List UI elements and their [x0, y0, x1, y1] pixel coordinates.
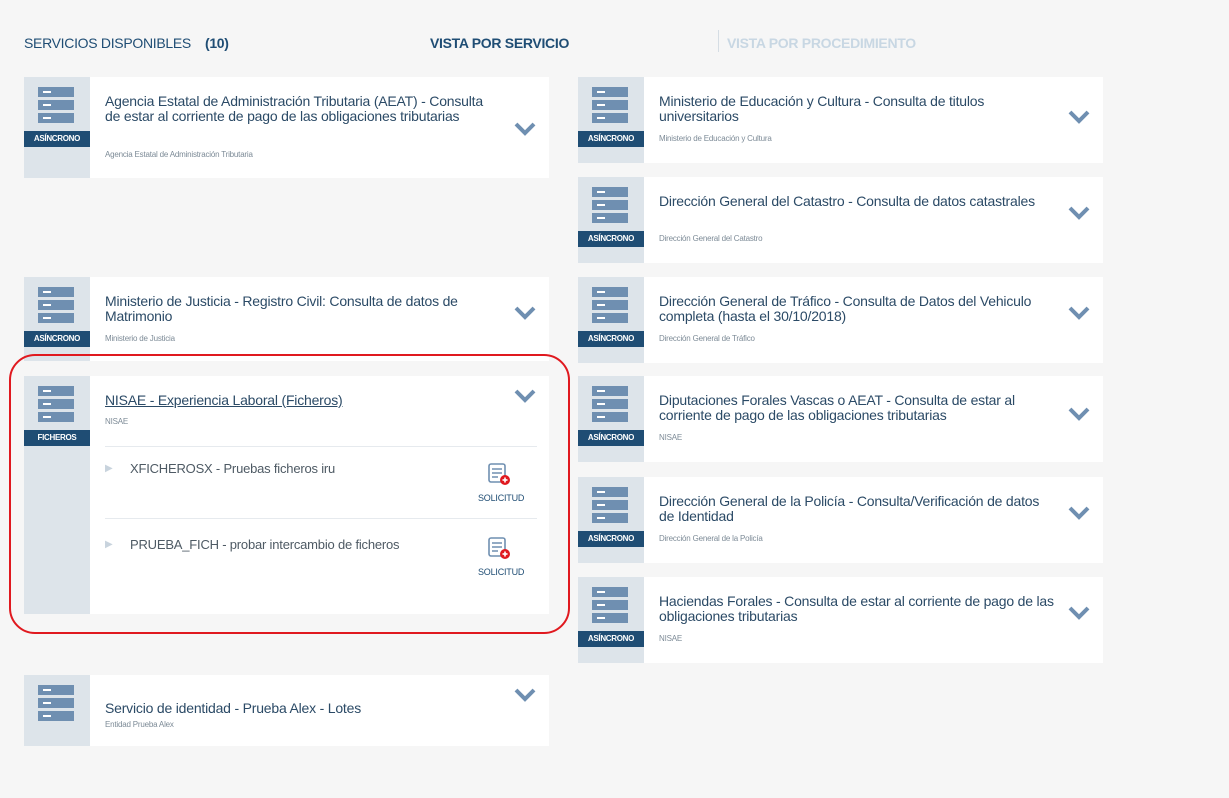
- server-stack-icon: [38, 87, 74, 123]
- services-count: (10): [204, 35, 229, 51]
- service-entity: NISAE: [105, 417, 129, 426]
- server-stack-icon: [592, 287, 628, 323]
- procedure-item-label: XFICHEROSX - Pruebas ficheros iru: [130, 461, 336, 476]
- async-badge: ASÍNCRONO: [578, 531, 644, 547]
- list-add-icon[interactable]: [487, 536, 511, 560]
- async-badge: ASÍNCRONO: [24, 131, 90, 147]
- service-card: ASÍNCRONO Haciendas Forales - Consulta d…: [578, 577, 1103, 663]
- service-entity: Dirección General de la Policía: [659, 534, 763, 543]
- chevron-down-icon[interactable]: [514, 305, 536, 321]
- chevron-down-icon[interactable]: [514, 121, 536, 137]
- chevron-down-icon[interactable]: [1068, 605, 1090, 621]
- service-card: ASÍNCRONO Dirección General del Catastro…: [578, 177, 1103, 263]
- chevron-down-icon[interactable]: [1068, 505, 1090, 521]
- service-title[interactable]: Dirección General de la Policía - Consul…: [659, 494, 1054, 524]
- chevron-down-icon[interactable]: [1068, 305, 1090, 321]
- card-sidebar: ASÍNCRONO: [578, 177, 644, 263]
- card-sidebar: [24, 675, 90, 746]
- service-entity: NISAE: [659, 433, 683, 442]
- service-card: ASÍNCRONO Diputaciones Forales Vascas o …: [578, 376, 1103, 462]
- chevron-down-icon[interactable]: [514, 687, 536, 703]
- service-card: ASÍNCRONO Ministerio de Educación y Cult…: [578, 77, 1103, 163]
- server-stack-icon: [592, 386, 628, 422]
- chevron-down-icon[interactable]: [1068, 205, 1090, 221]
- list-add-icon[interactable]: [487, 462, 511, 486]
- chevron-down-icon[interactable]: [1068, 406, 1090, 422]
- service-entity: Entidad Prueba Alex: [105, 720, 174, 729]
- card-sidebar: ASÍNCRONO: [578, 77, 644, 163]
- procedure-item-label: PRUEBA_FICH - probar intercambio de fich…: [130, 537, 400, 552]
- chevron-down-icon[interactable]: [514, 388, 536, 404]
- solicitud-button[interactable]: SOLICITUD: [478, 567, 524, 577]
- async-badge: ASÍNCRONO: [578, 131, 644, 147]
- server-stack-icon: [592, 587, 628, 623]
- async-badge: ASÍNCRONO: [578, 631, 644, 647]
- server-stack-icon: [592, 487, 628, 523]
- card-sidebar: ASÍNCRONO: [578, 577, 644, 663]
- server-stack-icon: [592, 187, 628, 223]
- service-entity: Dirección General del Catastro: [659, 234, 763, 243]
- service-card: ASÍNCRONO Dirección General de la Policí…: [578, 477, 1103, 563]
- service-card-expanded: FICHEROS NISAE - Experiencia Laboral (Fi…: [24, 376, 549, 614]
- service-title[interactable]: Dirección General del Catastro - Consult…: [659, 194, 1054, 209]
- triangle-right-icon: ▶: [105, 463, 113, 474]
- service-card: ASÍNCRONO Dirección General de Tráfico -…: [578, 277, 1103, 363]
- server-stack-icon: [38, 685, 74, 721]
- service-title[interactable]: Ministerio de Educación y Cultura - Cons…: [659, 94, 1054, 124]
- solicitud-button[interactable]: SOLICITUD: [478, 493, 524, 503]
- async-badge: ASÍNCRONO: [578, 331, 644, 347]
- service-title[interactable]: Ministerio de Justicia - Registro Civil:…: [105, 294, 500, 324]
- service-title[interactable]: Diputaciones Forales Vascas o AEAT - Con…: [659, 393, 1054, 423]
- card-sidebar: ASÍNCRONO: [24, 77, 90, 178]
- service-title[interactable]: Haciendas Forales - Consulta de estar al…: [659, 594, 1054, 624]
- service-title[interactable]: Agencia Estatal de Administración Tribut…: [105, 94, 500, 124]
- card-sidebar: ASÍNCRONO: [578, 376, 644, 462]
- service-card: Servicio de identidad - Prueba Alex - Lo…: [24, 675, 549, 746]
- tab-vista-por-procedimiento[interactable]: VISTA POR PROCEDIMIENTO: [727, 35, 916, 51]
- card-sidebar: ASÍNCRONO: [24, 277, 90, 361]
- service-title[interactable]: Dirección General de Tráfico - Consulta …: [659, 294, 1069, 324]
- service-card: ASÍNCRONO Ministerio de Justicia - Regis…: [24, 277, 549, 361]
- async-badge: ASÍNCRONO: [578, 430, 644, 446]
- divider: [105, 518, 537, 519]
- server-stack-icon: [592, 87, 628, 123]
- card-sidebar: FICHEROS: [24, 376, 90, 614]
- service-card: ASÍNCRONO Agencia Estatal de Administrac…: [24, 77, 549, 178]
- tab-vista-por-servicio[interactable]: VISTA POR SERVICIO: [430, 35, 569, 51]
- service-entity: Dirección General de Tráfico: [659, 334, 755, 343]
- card-sidebar: ASÍNCRONO: [578, 277, 644, 363]
- card-sidebar: ASÍNCRONO: [578, 477, 644, 563]
- header-divider: [718, 30, 719, 52]
- service-title-link[interactable]: NISAE - Experiencia Laboral (Ficheros): [105, 393, 500, 408]
- server-stack-icon: [38, 287, 74, 323]
- service-entity: Agencia Estatal de Administración Tribut…: [105, 150, 253, 159]
- triangle-right-icon: ▶: [105, 539, 113, 550]
- service-entity: Ministerio de Justicia: [105, 334, 175, 343]
- files-badge: FICHEROS: [24, 430, 90, 446]
- async-badge: ASÍNCRONO: [24, 331, 90, 347]
- async-badge: ASÍNCRONO: [578, 231, 644, 247]
- service-entity: NISAE: [659, 634, 683, 643]
- divider: [105, 446, 537, 447]
- service-entity: Ministerio de Educación y Cultura: [659, 134, 772, 143]
- chevron-down-icon[interactable]: [1068, 109, 1090, 125]
- services-label: SERVICIOS DISPONIBLES: [24, 35, 191, 51]
- server-stack-icon: [38, 386, 74, 422]
- tab-servicios-disponibles[interactable]: SERVICIOS DISPONIBLES (10): [24, 35, 229, 51]
- service-title[interactable]: Servicio de identidad - Prueba Alex - Lo…: [105, 701, 500, 716]
